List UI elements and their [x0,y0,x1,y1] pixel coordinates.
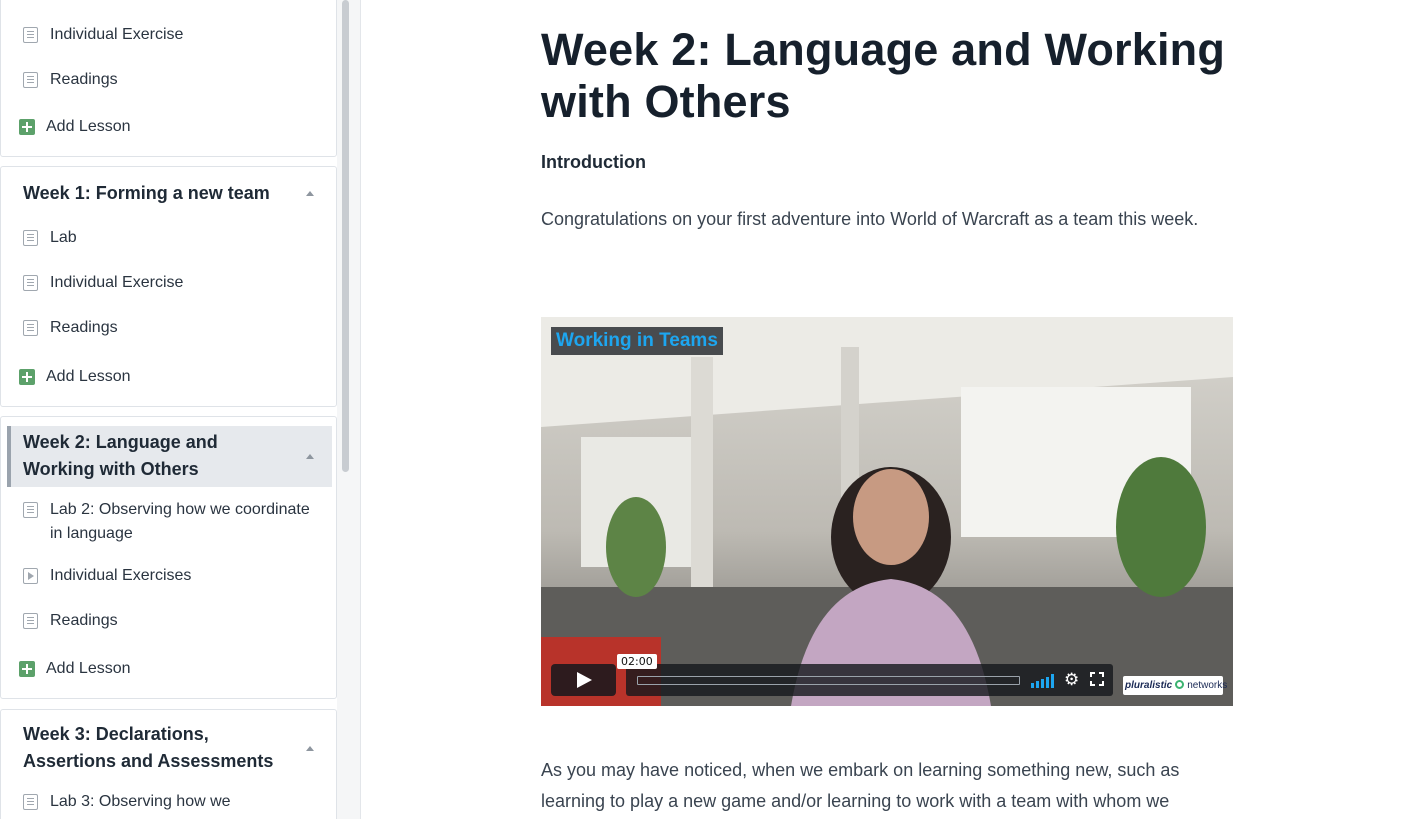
lesson-label: Lab 3: Observing how we [50,793,231,810]
lesson-label: Individual Exercise [50,26,184,43]
video-title: Working in Teams [551,327,723,355]
week-card-2: Week 2: Language and Working with Others… [0,416,337,699]
lesson-item[interactable]: Lab [23,226,313,250]
week-header[interactable]: Week 3: Declarations, Assertions and Ass… [7,721,332,775]
lesson-item[interactable]: Readings [23,68,313,92]
brand-suffix: networks [1187,680,1228,691]
plus-icon [19,119,35,135]
week-card-3: Week 3: Declarations, Assertions and Ass… [0,709,337,819]
document-icon [23,794,38,810]
lesson-item[interactable]: Lab 3: Observing how we [23,790,313,814]
collapse-caret-icon[interactable] [306,746,314,751]
sidebar-scrollbar-thumb[interactable] [342,0,349,472]
add-lesson-label: Add Lesson [46,368,131,385]
add-lesson-button[interactable]: Add Lesson [19,368,131,386]
week-title: Week 3: Declarations, Assertions and Ass… [23,724,274,771]
plus-icon [19,369,35,385]
lesson-label: Readings [50,71,118,88]
week-card-intro: Individual Exercise Readings Add Lesson [0,0,337,157]
page-title: Week 2: Language and Working with Others [541,24,1226,127]
add-lesson-label: Add Lesson [46,660,131,677]
lesson-item[interactable]: Individual Exercise [23,23,313,47]
intro-paragraph: Congratulations on your first adventure … [541,209,1199,229]
course-outline-sidebar: Individual Exercise Readings Add Lesson … [0,0,337,819]
document-icon [23,320,38,336]
lesson-item[interactable]: Readings [23,316,313,340]
video-icon [23,568,38,584]
lesson-item[interactable]: Individual Exercises [23,564,313,588]
video-controls: 02:00 ⚙ [551,654,1113,696]
collapse-caret-icon[interactable] [306,454,314,459]
lesson-item[interactable]: Individual Exercise [23,271,313,295]
play-button[interactable] [551,664,616,696]
week-header-active[interactable]: Week 2: Language and Working with Others [7,426,332,487]
document-icon [23,27,38,43]
gear-icon[interactable]: ⚙ [1064,671,1080,688]
lesson-label: Individual Exercises [50,567,192,584]
lesson-label: Readings [50,612,118,629]
add-lesson-button[interactable]: Add Lesson [19,660,131,678]
fullscreen-icon[interactable] [1090,672,1104,686]
week-card-1: Week 1: Forming a new team Lab Individua… [0,166,337,407]
video-frame [541,317,1233,706]
video-player[interactable]: Working in Teams 02:00 ⚙ pluralistic netw… [541,317,1233,706]
lesson-label: Lab [50,229,77,246]
section-heading: Introduction [541,152,646,172]
week-title: Week 1: Forming a new team [23,183,270,203]
brand-name: pluralistic [1125,680,1173,691]
lesson-label: Readings [50,319,118,336]
week-header[interactable]: Week 1: Forming a new team [7,180,332,207]
body-paragraph: As you may have noticed, when we embark … [541,760,1180,811]
volume-icon[interactable] [1031,674,1055,688]
collapse-caret-icon[interactable] [306,191,314,196]
document-icon [23,275,38,291]
brand-logo[interactable]: pluralistic networks [1123,676,1227,695]
brand-ring-icon [1175,680,1185,689]
add-lesson-button[interactable]: Add Lesson [19,118,131,136]
document-icon [23,613,38,629]
time-display: 02:00 [617,654,657,669]
week-title: Week 2: Language and Working with Others [23,432,218,479]
sidebar-scrollbar-track[interactable] [337,0,361,819]
lesson-label: Individual Exercise [50,274,184,291]
document-icon [23,502,38,518]
lesson-item[interactable]: Readings [23,609,313,633]
lesson-item[interactable]: Lab 2: Observing how we coordinate in la… [23,498,313,546]
plus-icon [19,661,35,677]
document-icon [23,72,38,88]
add-lesson-label: Add Lesson [46,118,131,135]
lesson-label: Lab 2: Observing how we coordinate in la… [50,501,310,542]
progress-bar[interactable] [637,676,1020,685]
document-icon [23,230,38,246]
